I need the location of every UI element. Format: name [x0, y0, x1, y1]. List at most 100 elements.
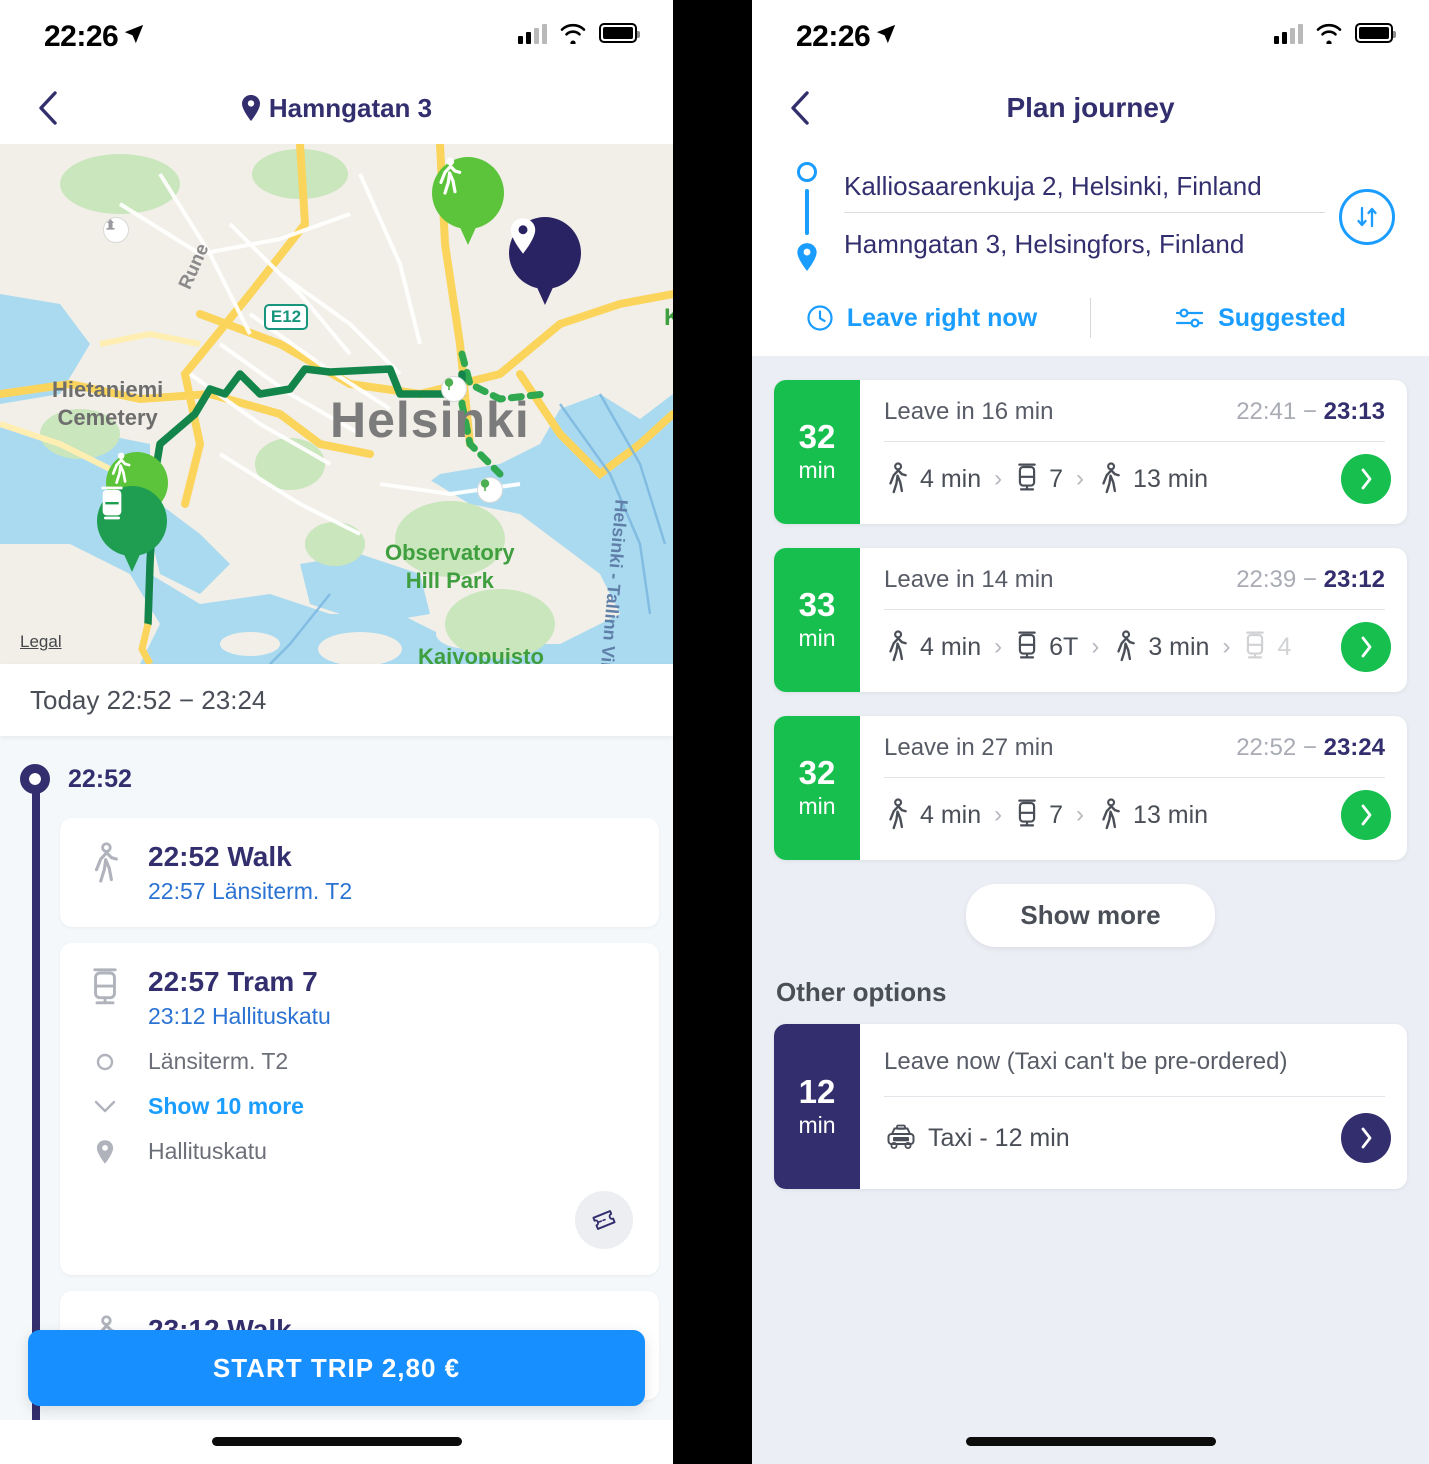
tab-leave-right-now[interactable]: Leave right now	[752, 303, 1090, 333]
back-button[interactable]	[30, 90, 66, 126]
map-view[interactable]: Helsinki Hietaniemi Cemetery Observatory H…	[0, 144, 673, 664]
journey-duration-value: 33	[798, 586, 836, 623]
location-arrow-icon	[124, 24, 144, 44]
map-pin-icon	[797, 243, 817, 271]
journey-duration-value: 32	[798, 418, 836, 455]
tram-pin[interactable]	[97, 486, 167, 556]
swap-vertical-icon	[1357, 206, 1377, 228]
leg-stop-label: Länsiterm. T2	[148, 1048, 289, 1075]
timeline-start-time: 22:52	[68, 764, 132, 793]
tram-icon	[1018, 799, 1036, 827]
start-trip-container: START TRIP 2,80 €	[0, 1330, 673, 1406]
tram-icon	[84, 965, 126, 1011]
status-time: 22:26	[44, 20, 119, 53]
destination-input[interactable]: Hamngatan 3, Helsingfors, Finland	[828, 213, 1325, 270]
chevron-right-icon	[1361, 468, 1372, 490]
back-button[interactable]	[782, 90, 818, 126]
clock-icon	[807, 305, 833, 331]
taxi-option-card[interactable]: 12 min Leave now (Taxi can't be pre-orde…	[774, 1024, 1407, 1189]
journey-duration-badge: 32 min	[774, 380, 860, 524]
journey-dash: −	[1302, 398, 1317, 425]
journey-result-card[interactable]: 32 min Leave in 27 min 22:52 − 23:24 4 m…	[774, 716, 1407, 860]
circle-icon	[84, 1052, 126, 1072]
leg-stop-first: Länsiterm. T2	[84, 1048, 635, 1075]
journey-legs-summary: 4 min › 7 › 13 min	[884, 788, 1391, 842]
walking-icon	[889, 798, 907, 830]
open-journey-button[interactable]	[1341, 454, 1391, 504]
status-indicators	[1274, 22, 1396, 44]
itinerary-leg-tram[interactable]: 22:57 Tram 7 23:12 Hallituskatu Länsiter…	[60, 943, 659, 1276]
status-bar-right: 22:26	[752, 0, 1429, 72]
itinerary-leg-walk-1[interactable]: 22:52 Walk 22:57 Länsiterm. T2	[60, 818, 659, 928]
journey-result-card[interactable]: 32 min Leave in 16 min 22:41 − 23:13 4 m…	[774, 380, 1407, 524]
poi-park-icon-2	[477, 477, 503, 503]
show-more-stops-button[interactable]: Show 10 more	[84, 1093, 635, 1120]
map-legal-link[interactable]: Legal	[20, 632, 62, 652]
timeline-rail	[32, 788, 40, 1420]
taxi-leave-text: Leave now (Taxi can't be pre-ordered)	[884, 1048, 1288, 1075]
show-more-button[interactable]: Show more	[966, 884, 1215, 947]
show-more-container: Show more	[774, 884, 1407, 947]
chevron-right-icon	[1361, 1127, 1372, 1149]
open-journey-button[interactable]	[1341, 622, 1391, 672]
leg-stop-last: Hallituskatu	[84, 1138, 635, 1165]
journey-leg: 4 min	[884, 630, 981, 664]
chevron-right-icon	[1361, 636, 1372, 658]
walking-icon	[889, 462, 907, 494]
timeline-start-dot	[20, 764, 50, 794]
taxi-leg: Taxi - 12 min	[884, 1124, 1070, 1153]
walking-icon	[1102, 798, 1120, 830]
journey-end-time: 23:24	[1323, 734, 1385, 761]
leg-title: 22:52 Walk	[148, 841, 292, 872]
tab-suggested[interactable]: Suggested	[1091, 304, 1429, 333]
walk-pin-start[interactable]	[432, 157, 504, 229]
journey-end-time: 23:12	[1323, 566, 1385, 593]
origin-input[interactable]: Kalliosaarenkuja 2, Helsinki, Finland	[828, 165, 1325, 212]
journey-leg-label: 13 min	[1133, 800, 1209, 829]
walking-icon	[1117, 630, 1136, 662]
swap-endpoints-button[interactable]	[1339, 189, 1395, 245]
journey-leg: 4 min	[884, 462, 981, 496]
trip-summary-bar: Today 22:52 − 23:24	[0, 664, 673, 736]
chevron-right-icon: ›	[994, 801, 1003, 828]
chevron-right-icon: ›	[1076, 465, 1085, 492]
walking-icon	[84, 840, 126, 886]
status-time: 22:26	[796, 20, 871, 53]
chevron-right-icon	[1361, 804, 1372, 826]
chevron-down-icon	[84, 1099, 126, 1115]
map-pin-icon	[510, 218, 536, 254]
journey-duration-value: 32	[798, 754, 836, 791]
journey-duration-unit: min	[798, 793, 836, 819]
tram-icon	[1246, 631, 1265, 659]
journey-leg: 13 min	[1097, 462, 1208, 496]
walking-icon	[111, 452, 131, 484]
open-taxi-button[interactable]	[1341, 1113, 1391, 1163]
start-trip-button[interactable]: START TRIP 2,80 €	[28, 1330, 645, 1406]
journey-leg: 4 min	[884, 798, 981, 832]
poi-monument-icon	[103, 217, 129, 243]
status-indicators	[518, 22, 640, 44]
chevron-right-icon: ›	[994, 465, 1003, 492]
taxi-icon	[887, 1124, 915, 1149]
journey-leg-label: 4 min	[920, 632, 982, 661]
open-journey-button[interactable]	[1341, 790, 1391, 840]
journey-start-time: 22:41	[1236, 398, 1297, 425]
destination-pin[interactable]	[509, 217, 581, 289]
journey-dash: −	[1302, 734, 1317, 761]
journey-duration-unit: min	[798, 625, 836, 651]
journey-legs-summary: 4 min › 7 › 13 min	[884, 452, 1391, 506]
left-screen-trip-detail: 22:26 Hamngatan 3 Helsinki Hietaniemi Ce…	[0, 0, 673, 1464]
journey-result-card[interactable]: 33 min Leave in 14 min 22:39 − 23:12 4 m…	[774, 548, 1407, 692]
journey-duration-badge: 32 min	[774, 716, 860, 860]
chevron-right-icon: ›	[1076, 801, 1085, 828]
right-nav-bar: Plan journey	[752, 72, 1429, 144]
journey-leg: 7	[1015, 462, 1063, 496]
journey-leg-label: 4 min	[920, 800, 982, 829]
ticket-button[interactable]	[575, 1191, 633, 1250]
journey-start-time: 22:52	[1236, 734, 1297, 761]
wifi-icon	[560, 23, 586, 44]
cellular-signal-icon	[518, 22, 547, 44]
tram-icon	[1018, 631, 1036, 659]
leg-subtitle: 22:57 Länsiterm. T2	[148, 878, 353, 905]
walking-icon	[889, 630, 907, 662]
